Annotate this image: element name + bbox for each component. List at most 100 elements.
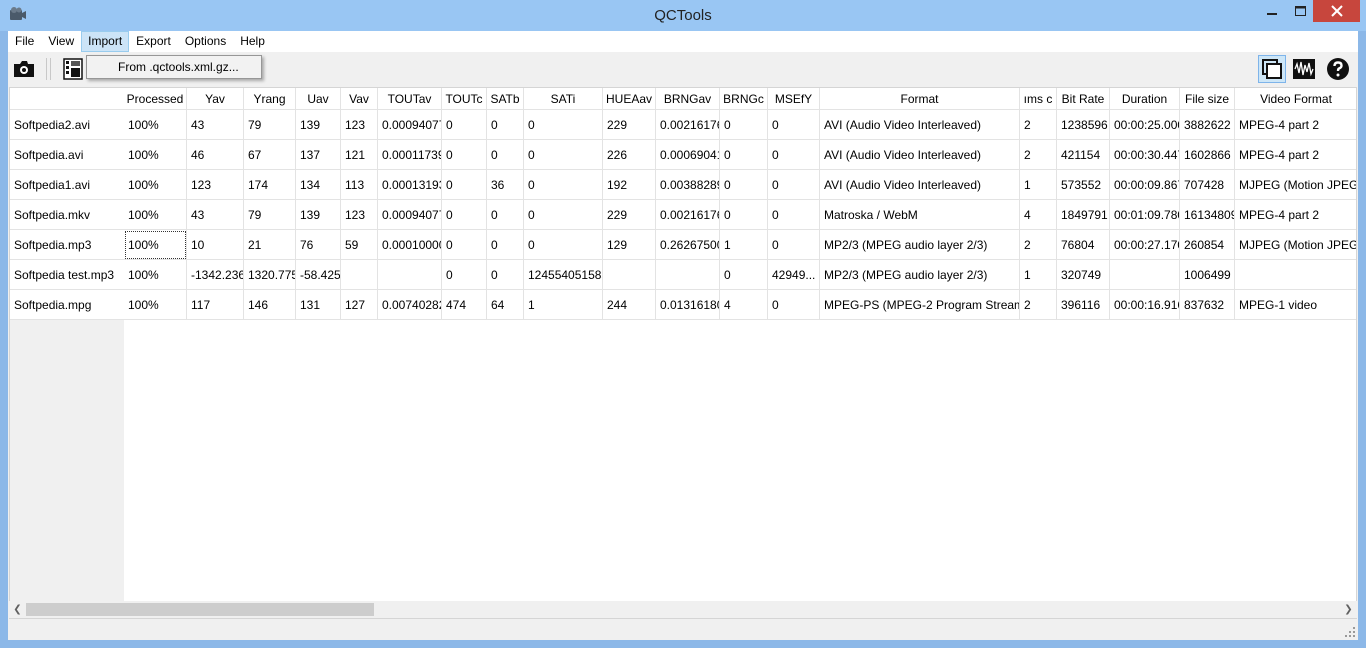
table-cell[interactable]: 0.00216176 bbox=[656, 200, 720, 230]
table-cell[interactable] bbox=[656, 260, 720, 290]
table-cell[interactable]: AVI (Audio Video Interleaved) bbox=[820, 110, 1020, 140]
table-cell[interactable]: 79 bbox=[244, 200, 296, 230]
table-cell[interactable]: 00:00:27.170 bbox=[1110, 230, 1180, 260]
table-cell[interactable]: 226 bbox=[603, 140, 656, 170]
table-cell[interactable]: MPEG-4 part 2 bbox=[1235, 140, 1356, 170]
table-cell[interactable] bbox=[603, 260, 656, 290]
table-cell[interactable]: 0.00388289 bbox=[656, 170, 720, 200]
table-cell[interactable]: 76 bbox=[296, 230, 341, 260]
scroll-left-icon[interactable]: ❮ bbox=[9, 601, 26, 618]
table-cell[interactable]: 396116 bbox=[1057, 290, 1110, 320]
column-header[interactable]: Format bbox=[820, 88, 1020, 110]
table-cell[interactable]: 2 bbox=[1020, 290, 1057, 320]
table-cell[interactable]: 174 bbox=[244, 170, 296, 200]
table-row[interactable]: Softpedia.avi 100% 46 67 137 121 0.00011739 0 0 0… bbox=[10, 140, 1356, 170]
table-cell[interactable]: 76804 bbox=[1057, 230, 1110, 260]
table-cell[interactable]: AVI (Audio Video Interleaved) bbox=[820, 170, 1020, 200]
table-cell[interactable]: 573552 bbox=[1057, 170, 1110, 200]
table-cell[interactable]: MJPEG (Motion JPEG) bbox=[1235, 230, 1356, 260]
table-cell[interactable]: 0 bbox=[442, 230, 487, 260]
table-cell[interactable]: 1 bbox=[720, 230, 768, 260]
menu-view[interactable]: View bbox=[41, 31, 81, 52]
row-header[interactable]: Softpedia1.avi bbox=[10, 170, 124, 200]
table-cell[interactable]: 837632 bbox=[1180, 290, 1235, 320]
table-cell[interactable]: 0 bbox=[487, 230, 524, 260]
table-cell[interactable]: 36 bbox=[487, 170, 524, 200]
table-cell[interactable]: 0 bbox=[524, 230, 603, 260]
table-cell[interactable]: 1 bbox=[524, 290, 603, 320]
table-cell[interactable]: 2 bbox=[1020, 230, 1057, 260]
table-cell[interactable]: 123 bbox=[341, 200, 378, 230]
table-cell[interactable]: 4 bbox=[720, 290, 768, 320]
column-header[interactable]: HUEAav bbox=[603, 88, 656, 110]
table-cell[interactable]: 0.01316180 bbox=[656, 290, 720, 320]
table-row[interactable]: Softpedia test.mp3 100% -1342.236 1320.775-… bbox=[10, 260, 1356, 290]
table-cell[interactable]: 129 bbox=[603, 230, 656, 260]
table-cell[interactable]: -58.425 bbox=[296, 260, 341, 290]
table-cell[interactable]: 0 bbox=[487, 260, 524, 290]
column-header[interactable]: BRNGc bbox=[720, 88, 768, 110]
table-cell[interactable]: MPEG-1 video bbox=[1235, 290, 1356, 320]
table-cell[interactable]: 0 bbox=[524, 110, 603, 140]
table-cell[interactable]: 0.00010000 bbox=[378, 230, 442, 260]
table-cell[interactable]: 320749 bbox=[1057, 260, 1110, 290]
table-cell[interactable]: 100% bbox=[124, 170, 187, 200]
column-header[interactable]: TOUTav bbox=[378, 88, 442, 110]
table-row[interactable]: Softpedia.mp3 100% 10 21 76 59 0.00010000 0 0 0 12… bbox=[10, 230, 1356, 260]
table-cell[interactable]: 121 bbox=[341, 140, 378, 170]
table-cell[interactable]: MPEG-4 part 2 bbox=[1235, 110, 1356, 140]
table-cell[interactable]: 0 bbox=[442, 110, 487, 140]
table-cell[interactable]: 0.00094077 bbox=[378, 200, 442, 230]
table-cell[interactable]: 1006499 bbox=[1180, 260, 1235, 290]
minimize-button[interactable] bbox=[1259, 0, 1285, 22]
column-header[interactable]: Video Format bbox=[1235, 88, 1356, 110]
table-cell[interactable]: 1849791 bbox=[1057, 200, 1110, 230]
table-cell[interactable]: 0 bbox=[442, 140, 487, 170]
table-cell[interactable]: 0 bbox=[524, 140, 603, 170]
table-cell[interactable]: 100% bbox=[124, 110, 187, 140]
menu-options[interactable]: Options bbox=[178, 31, 233, 52]
table-cell[interactable]: 0 bbox=[768, 110, 820, 140]
table-cell[interactable]: 137 bbox=[296, 140, 341, 170]
row-header[interactable]: Softpedia.mp3 bbox=[10, 230, 124, 260]
table-cell[interactable]: 43 bbox=[187, 110, 244, 140]
table-cell[interactable]: 0 bbox=[768, 200, 820, 230]
table-cell[interactable]: 229 bbox=[603, 110, 656, 140]
table-cell[interactable]: 0 bbox=[524, 200, 603, 230]
table-cell[interactable]: 117 bbox=[187, 290, 244, 320]
table-cell[interactable]: 0 bbox=[768, 170, 820, 200]
table-cell[interactable]: 2 bbox=[1020, 140, 1057, 170]
table-cell[interactable]: 46 bbox=[187, 140, 244, 170]
results-table[interactable]: Processed Yav Yrang Uav Vav TOUTav TOUTc SATb SA… bbox=[9, 87, 1357, 619]
column-header[interactable]: File size bbox=[1180, 88, 1235, 110]
table-row[interactable]: Softpedia.mkv 100% 43 79 139 123 0.00094077 0 0 0… bbox=[10, 200, 1356, 230]
table-cell[interactable]: 0 bbox=[524, 170, 603, 200]
table-cell[interactable]: 0.00094077 bbox=[378, 110, 442, 140]
table-cell[interactable]: 0.00069041 bbox=[656, 140, 720, 170]
column-header[interactable]: Processed bbox=[124, 88, 187, 110]
table-cell[interactable]: 0.00216176 bbox=[656, 110, 720, 140]
table-cell[interactable]: 1 bbox=[1020, 170, 1057, 200]
table-cell[interactable]: 1320.775 bbox=[244, 260, 296, 290]
table-cell[interactable]: 1238596 bbox=[1057, 110, 1110, 140]
help-button[interactable] bbox=[1324, 55, 1352, 83]
files-view-button[interactable] bbox=[59, 55, 87, 83]
table-cell[interactable]: 43 bbox=[187, 200, 244, 230]
table-row[interactable]: Softpedia.mpg 100% 117 146 131 127 0.00740282 4… bbox=[10, 290, 1356, 320]
table-cell[interactable]: 64 bbox=[487, 290, 524, 320]
menu-export[interactable]: Export bbox=[129, 31, 178, 52]
table-cell[interactable]: 0 bbox=[442, 170, 487, 200]
table-cell[interactable]: 124554051585 bbox=[524, 260, 603, 290]
table-cell[interactable]: 2 bbox=[1020, 110, 1057, 140]
resize-grip-icon[interactable] bbox=[1344, 626, 1356, 638]
scroll-right-icon[interactable]: ❯ bbox=[1340, 601, 1357, 618]
column-header[interactable]: MSEfY bbox=[768, 88, 820, 110]
table-cell[interactable]: 0 bbox=[720, 170, 768, 200]
table-cell[interactable]: 0.00740282 bbox=[378, 290, 442, 320]
table-cell[interactable]: 113 bbox=[341, 170, 378, 200]
scroll-thumb[interactable] bbox=[26, 603, 374, 616]
table-cell[interactable]: 0.00011739 bbox=[378, 140, 442, 170]
table-cell[interactable]: 3882622 bbox=[1180, 110, 1235, 140]
table-cell[interactable]: 260854 bbox=[1180, 230, 1235, 260]
menu-item-import-qctools[interactable]: From .qctools.xml.gz... bbox=[118, 60, 239, 74]
